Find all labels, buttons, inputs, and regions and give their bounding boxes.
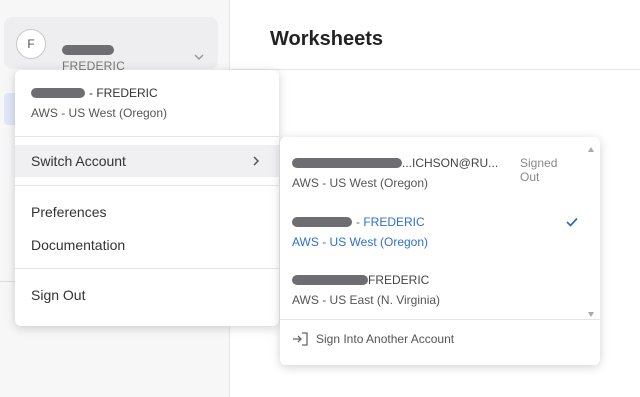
preferences-label: Preferences (31, 204, 107, 220)
chevron-down-icon (194, 54, 204, 61)
sign-out-item[interactable]: Sign Out (15, 279, 279, 311)
account-option[interactable]: ...ICHSON@RU... Signed Out AWS - US West… (292, 156, 580, 190)
account-option-name: FREDERIC (368, 273, 430, 287)
account-option-name: - FREDERIC (356, 215, 425, 229)
documentation-label: Documentation (31, 237, 126, 253)
switch-account-item[interactable]: Switch Account (15, 145, 279, 177)
avatar: F (16, 29, 46, 59)
sign-into-another-account-label: Sign Into Another Account (316, 332, 455, 346)
current-account-info: - FREDERIC AWS - US West (Oregon) (31, 86, 167, 120)
scroll-down-icon (588, 312, 594, 317)
account-option[interactable]: FREDERIC AWS - US East (N. Virginia) (292, 273, 580, 307)
current-account-name: - FREDERIC (89, 86, 158, 100)
account-option-region: AWS - US East (N. Virginia) (292, 293, 441, 307)
scrollbar[interactable] (586, 145, 596, 319)
redacted-account-name (31, 88, 85, 98)
account-switcher[interactable]: F FREDERIC (4, 17, 218, 73)
scroll-up-icon (588, 147, 594, 152)
chevron-right-icon (253, 156, 260, 166)
menu-divider (15, 185, 279, 186)
account-option-name: ...ICHSON@RU... (402, 156, 499, 170)
page-title: Worksheets (270, 28, 384, 50)
sign-out-label: Sign Out (31, 287, 86, 303)
account-option-region: AWS - US West (Oregon) (292, 235, 429, 249)
switch-account-submenu: ...ICHSON@RU... Signed Out AWS - US West… (280, 137, 600, 365)
header-divider (231, 69, 640, 70)
preferences-item[interactable]: Preferences (15, 196, 279, 228)
menu-divider (15, 136, 279, 137)
switch-account-label: Switch Account (31, 153, 126, 169)
checkmark-icon (566, 217, 578, 227)
redacted-account-name (292, 158, 402, 168)
menu-divider (15, 268, 279, 269)
signed-out-status: Signed Out (520, 156, 558, 184)
account-option-active[interactable]: - FREDERIC AWS - US West (Oregon) (292, 215, 580, 249)
sidebar-divider (0, 281, 16, 282)
redacted-account-name (292, 217, 352, 227)
submenu-divider (280, 319, 600, 320)
sign-in-icon (293, 332, 308, 346)
documentation-item[interactable]: Documentation (15, 229, 279, 261)
current-account-region: AWS - US West (Oregon) (31, 106, 168, 120)
redacted-account-name (292, 275, 368, 285)
account-menu: - FREDERIC AWS - US West (Oregon) Switch… (15, 70, 279, 326)
sign-into-another-account-button[interactable]: Sign Into Another Account (292, 332, 454, 346)
redacted-account-name (62, 45, 114, 55)
